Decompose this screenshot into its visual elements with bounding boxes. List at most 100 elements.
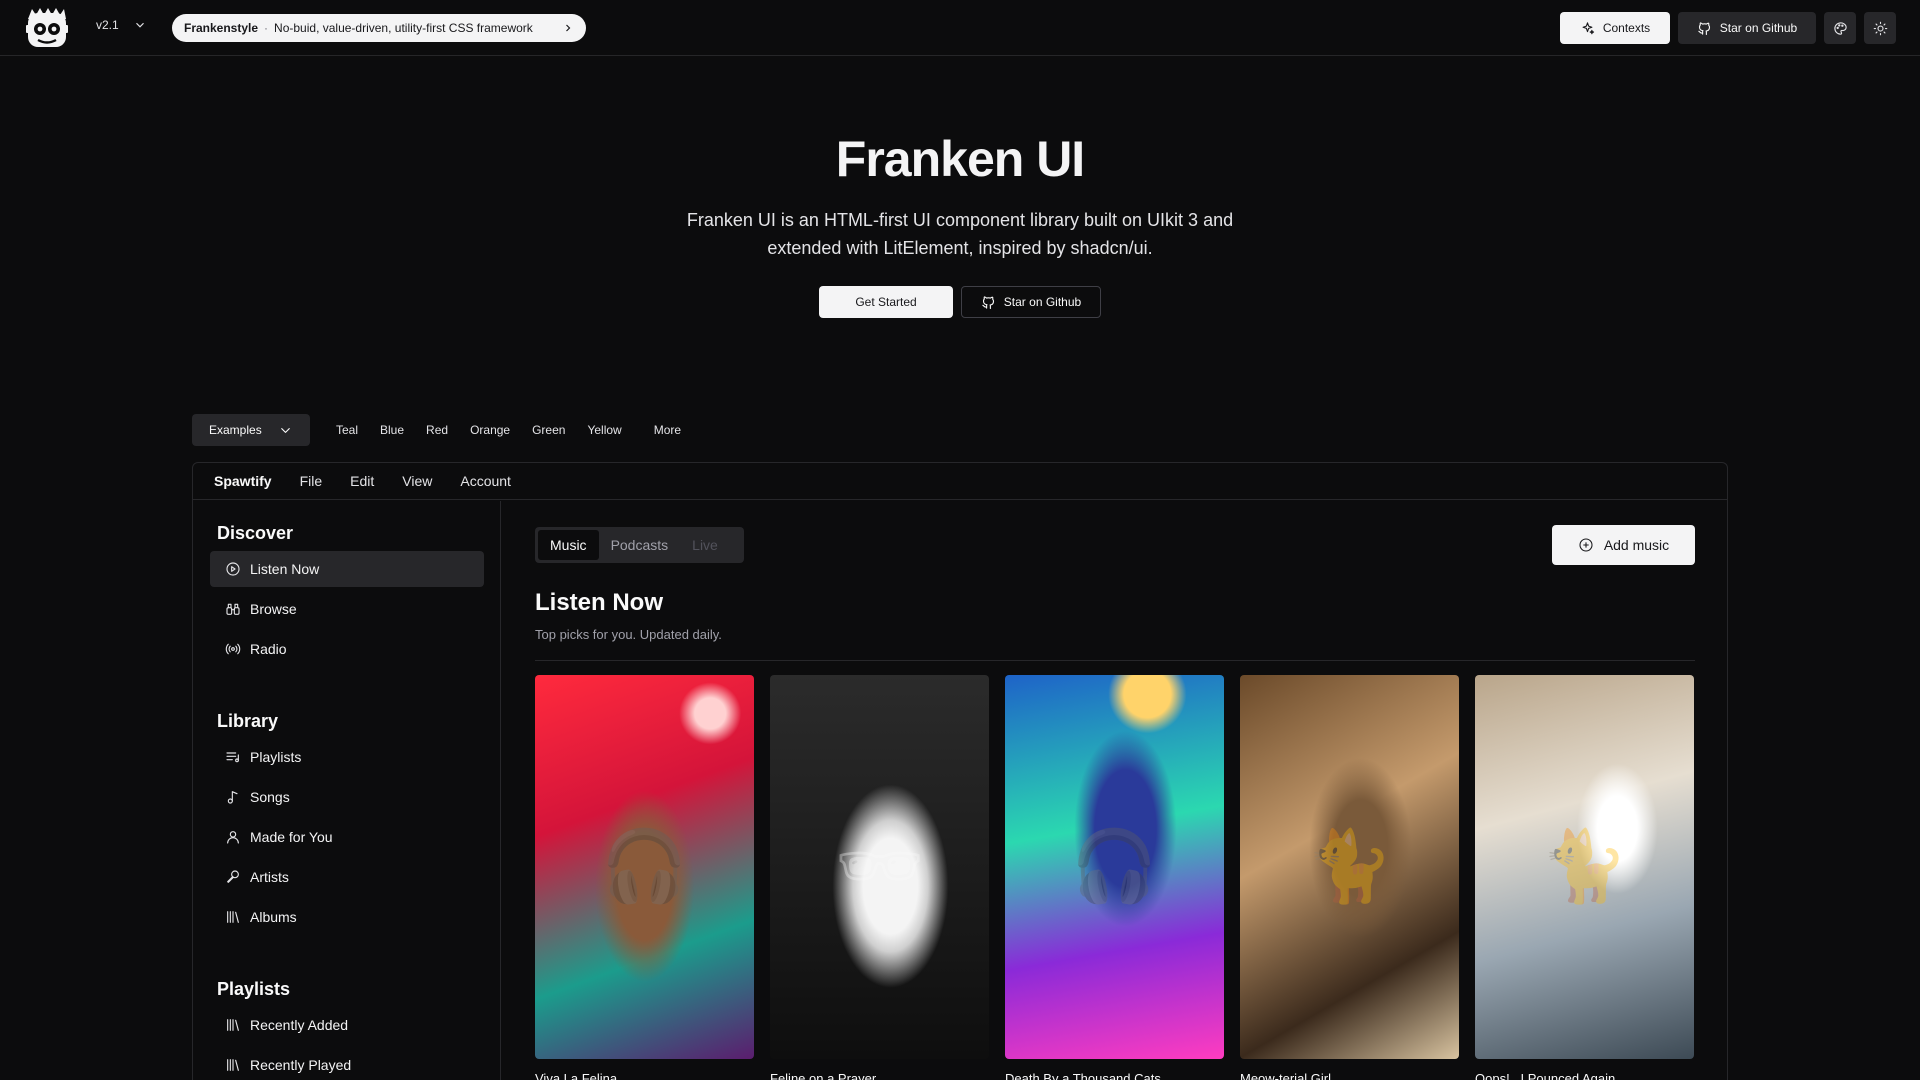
album-card[interactable]: 🐈 Meow-terial Girl [1240,675,1459,1080]
version-label: v2.1 [96,18,119,32]
cat-illustration-icon: 🐈 [1305,827,1394,905]
frankenstein-logo-icon[interactable] [22,5,72,51]
app-sidebar: Discover Listen Now Browse Radio Library… [193,501,501,1080]
album-card[interactable]: 🎧 Death By a Thousand Cats [1005,675,1224,1080]
library-icon [227,911,239,923]
examples-dropdown[interactable]: Examples [192,414,310,446]
microphone-icon [227,870,239,883]
menu-app-name[interactable]: Spawtify [214,473,272,489]
album-card[interactable]: 🐈 Oops!.. I Pounced Again [1475,675,1694,1080]
sidebar-item-label: Made for You [250,829,333,845]
theme-blue[interactable]: Blue [369,414,415,446]
sidebar-item-albums[interactable]: Albums [210,899,484,935]
sidebar-item-label: Recently Added [250,1017,349,1033]
theme-customizer-button[interactable] [1824,12,1856,44]
sidebar-item-label: Radio [250,641,287,657]
album-card[interactable]: 🎧 Viva La Felina [535,675,754,1080]
dark-mode-toggle[interactable] [1864,12,1896,44]
sidebar-heading-discover: Discover [217,523,294,543]
sidebar-item-label: Songs [250,789,290,805]
library-icon [227,1059,239,1071]
menu-file[interactable]: File [300,473,323,489]
sidebar-item-label: Albums [250,909,297,925]
sidebar-heading-library: Library [217,711,279,731]
album-title: Feline on a Prayer [770,1071,877,1080]
sun-icon [1873,21,1887,35]
hero-description: Franken UI is an HTML-first UI component… [686,210,1234,258]
announcement-separator: · [264,21,269,35]
get-started-button[interactable]: Get Started [819,286,953,318]
announcement-brand: Frankenstyle [184,21,259,35]
sidebar-item-playlists[interactable]: Playlists [210,739,484,775]
hero-title: Franken UI [835,131,1085,187]
album-cover-image: 🐈 [1475,675,1694,1059]
sidebar-item-recently-added[interactable]: Recently Added [210,1007,484,1043]
sidebar-item-label: Browse [250,601,297,617]
music-note-icon [227,791,238,804]
star-on-github-label: Star on Github [1719,21,1798,35]
chevron-right-icon [566,24,571,32]
tab-podcasts[interactable]: Podcasts [599,530,681,560]
examples-label: Examples [209,423,262,437]
add-music-button[interactable]: Add music [1552,525,1695,565]
github-icon [982,295,994,309]
album-title: Viva La Felina [535,1071,618,1080]
album-cover-image: 🎧 [1005,675,1224,1059]
sidebar-item-recently-played[interactable]: Recently Played [210,1047,484,1080]
tab-live[interactable]: Live [680,530,730,560]
star-on-github-button[interactable]: Star on Github [1678,12,1816,44]
contexts-label: Contexts [1602,21,1651,35]
album-title: Oops!.. I Pounced Again [1475,1071,1616,1080]
palette-icon [1833,21,1847,35]
announcement-text: No-buid, value-driven, utility-first CSS… [274,21,533,35]
theme-red[interactable]: Red [415,414,459,446]
divider [535,660,1695,661]
cat-illustration-icon: 🎧 [1070,827,1159,905]
hero-star-github-label: Star on Github [1003,295,1082,309]
album-card[interactable]: 🕶 Feline on a Prayer [770,675,989,1080]
sidebar-item-label: Listen Now [250,561,320,577]
play-circle-icon [226,562,240,576]
menu-account[interactable]: Account [460,473,511,489]
version-select[interactable]: v2.1 [96,18,147,32]
sidebar-item-browse[interactable]: Browse [210,591,484,627]
menu-edit[interactable]: Edit [350,473,374,489]
sidebar-item-listen-now[interactable]: Listen Now [210,551,484,587]
playlist-icon [226,752,239,763]
theme-color-selector: Teal Blue Red Orange Green Yellow More [318,414,692,446]
cat-illustration-icon: 🕶 [835,827,924,905]
theme-orange[interactable]: Orange [459,414,521,446]
media-tabs: Music Podcasts Live [535,527,744,563]
radio-icon [225,643,241,655]
app-main-content: Music Podcasts Live Add music Listen Now… [502,501,1727,1080]
app-menubar: Spawtify File Edit View Account [193,463,1727,500]
album-cover-image: 🎧 [535,675,754,1059]
album-row: 🎧 Viva La Felina 🕶 Feline on a Prayer 🎧 … [535,675,1694,1080]
sidebar-item-made-for-you[interactable]: Made for You [210,819,484,855]
sidebar-item-label: Recently Played [250,1057,352,1073]
sidebar-item-artists[interactable]: Artists [210,859,484,895]
menu-view[interactable]: View [402,473,432,489]
binoculars-icon [226,603,240,615]
sidebar-item-radio[interactable]: Radio [210,631,484,667]
hero-star-github-button[interactable]: Star on Github [961,286,1101,318]
sidebar-item-label: Playlists [250,749,302,765]
tab-music[interactable]: Music [538,530,599,560]
library-icon [227,1019,239,1031]
sidebar-item-songs[interactable]: Songs [210,779,484,815]
music-app-demo: Spawtify File Edit View Account Discover… [192,462,1728,1080]
theme-green[interactable]: Green [521,414,576,446]
contexts-button[interactable]: Contexts [1560,12,1670,44]
theme-teal[interactable]: Teal [325,414,369,446]
theme-more[interactable]: More [643,414,692,446]
section-title: Listen Now [535,589,664,616]
announcement-pill[interactable]: Frankenstyle · No-buid, value-driven, ut… [172,14,586,42]
theme-yellow[interactable]: Yellow [576,414,632,446]
sidebar-heading-playlists: Playlists [217,979,291,999]
album-cover-image: 🐈 [1240,675,1459,1059]
section-subtitle: Top picks for you. Updated daily. [535,627,722,642]
album-title: Death By a Thousand Cats [1005,1071,1161,1080]
user-icon [227,831,239,844]
cat-illustration-icon: 🐈 [1540,827,1629,905]
github-icon [1698,21,1710,35]
